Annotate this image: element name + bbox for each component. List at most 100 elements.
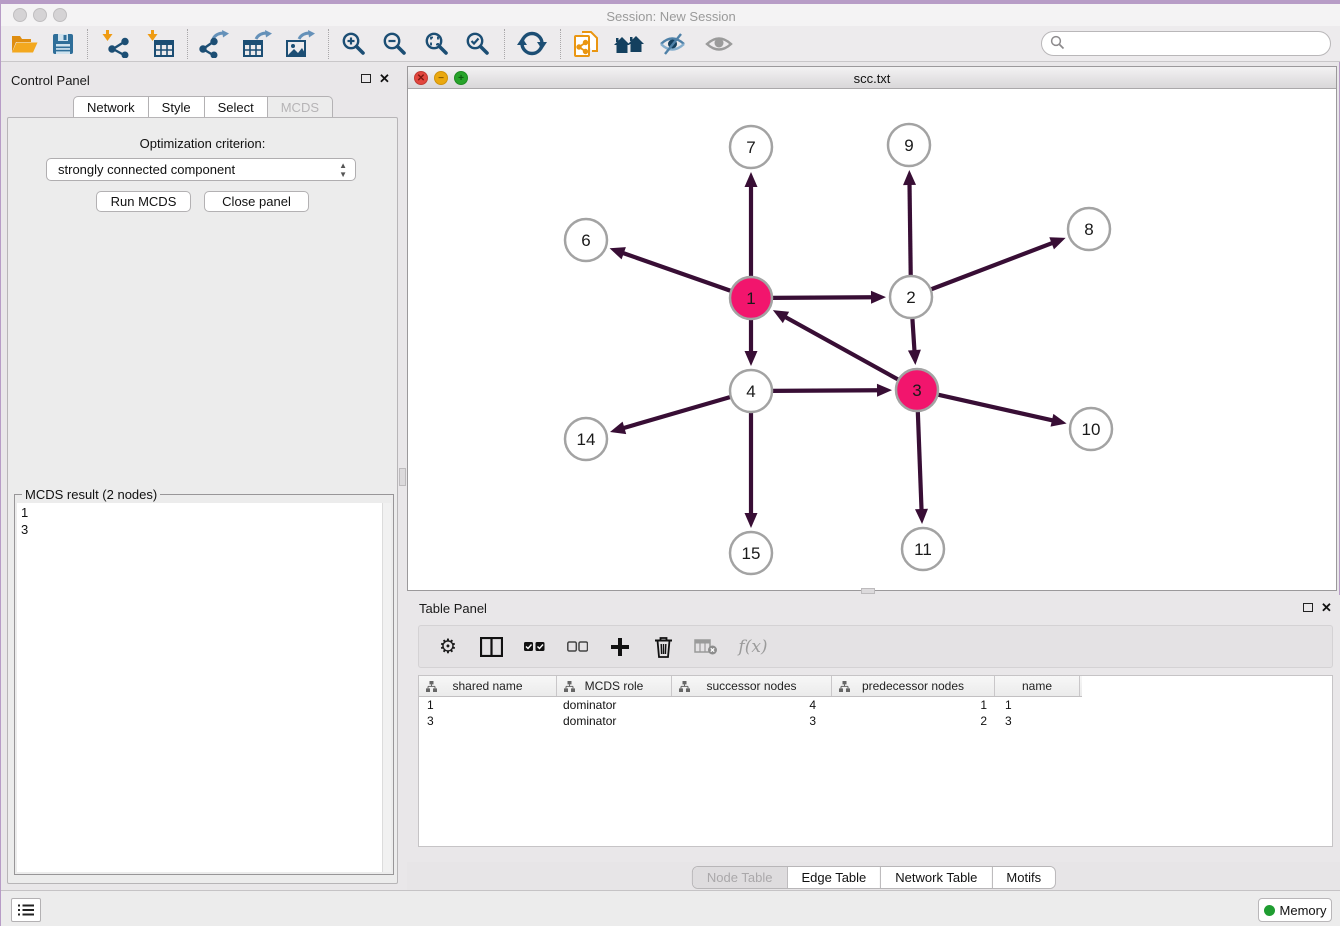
memory-status-dot [1264,905,1275,916]
network-canvas[interactable]: 7 9 6 8 1 2 4 3 14 10 15 11 [408,89,1336,590]
panel-splitter-handle[interactable] [399,468,406,486]
control-panel-float-icon[interactable] [361,74,371,83]
graph-edge-4-14[interactable] [610,397,731,434]
zoom-fit-icon[interactable] [424,28,450,60]
zoom-out-icon[interactable] [382,28,408,60]
task-history-button[interactable] [11,898,41,922]
export-table-icon[interactable] [242,28,272,60]
graph-edge-2-9[interactable] [903,170,916,276]
table-cell[interactable]: 3 [995,713,1080,729]
mcds-panel: Optimization criterion: strongly connect… [7,117,398,884]
search-box[interactable] [1041,31,1331,56]
select-all-checks-icon[interactable] [521,632,547,662]
duplicate-network-icon[interactable] [572,28,600,60]
tab-node-table[interactable]: Node Table [693,867,787,888]
tab-select[interactable]: Select [204,96,267,119]
graph-node-7[interactable]: 7 [730,126,772,168]
graph-node-6[interactable]: 6 [565,219,607,261]
tab-network-table[interactable]: Network Table [880,867,991,888]
tab-mcds[interactable]: MCDS [267,96,333,119]
memory-button[interactable]: Memory [1258,898,1332,922]
add-column-icon[interactable] [607,632,633,662]
import-table-icon[interactable] [146,28,174,60]
open-session-icon[interactable] [11,28,38,60]
graph-edge-2-3[interactable] [908,318,921,365]
graph-edge-3-11[interactable] [915,411,928,524]
mcds-result-scrollbar[interactable] [382,503,391,872]
svg-text:7: 7 [746,138,755,157]
graph-edge-1-7[interactable] [745,172,758,277]
graph-edge-3-10[interactable] [937,395,1066,427]
save-session-icon[interactable] [52,28,74,60]
import-network-icon[interactable] [100,28,130,60]
table-cell[interactable]: 4 [672,697,832,713]
table-cell[interactable]: 1 [832,697,995,713]
graph-node-15[interactable]: 15 [730,532,772,574]
refresh-view-icon[interactable] [517,28,547,60]
graph-edge-4-3[interactable] [772,384,892,397]
column-header-MCDS-role[interactable]: MCDS role [557,676,672,696]
network-graph: 7 9 6 8 1 2 4 3 14 10 15 11 [408,89,1336,590]
list-icon [18,903,34,917]
graph-node-1[interactable]: 1 [730,277,772,319]
graph-node-2[interactable]: 2 [890,276,932,318]
node-table[interactable]: shared nameMCDS rolesuccessor nodesprede… [418,675,1333,847]
table-cell[interactable]: 1 [419,697,557,713]
graph-edge-2-8[interactable] [931,237,1066,289]
delete-column-icon[interactable] [650,632,676,662]
graph-edge-4-15[interactable] [745,412,758,528]
toolbar-separator [187,29,188,59]
clear-checks-icon[interactable] [564,632,590,662]
column-header-successor-nodes[interactable]: successor nodes [672,676,832,696]
svg-text:1: 1 [746,289,755,308]
split-panel-icon[interactable] [478,632,504,662]
graph-node-4[interactable]: 4 [730,370,772,412]
table-panel-close-icon[interactable]: ✕ [1321,603,1332,613]
tab-style[interactable]: Style [148,96,204,119]
tab-network[interactable]: Network [73,96,148,119]
graph-node-11[interactable]: 11 [902,528,944,570]
column-header-predecessor-nodes[interactable]: predecessor nodes [832,676,995,696]
graph-node-10[interactable]: 10 [1070,408,1112,450]
graph-edge-1-2[interactable] [772,291,886,304]
close-panel-button[interactable]: Close panel [204,191,309,212]
graph-node-14[interactable]: 14 [565,418,607,460]
graph-edge-3-1[interactable] [773,310,899,380]
tab-edge-table[interactable]: Edge Table [786,867,880,888]
graph-node-3[interactable]: 3 [896,369,938,411]
table-row[interactable]: 1dominator411 [419,697,1332,713]
graph-node-9[interactable]: 9 [888,124,930,166]
mcds-result-list: 13 [17,503,382,872]
mcds-result-item: 1 [21,504,382,521]
export-network-icon[interactable] [199,28,229,60]
column-header-shared-name[interactable]: shared name [419,676,557,696]
search-input[interactable] [1041,31,1331,56]
run-mcds-button[interactable]: Run MCDS [96,191,191,212]
table-panel-float-icon[interactable] [1303,603,1313,612]
table-cell[interactable]: 1 [995,697,1080,713]
home-layout-icon[interactable] [612,28,646,60]
control-panel-close-icon[interactable]: ✕ [379,74,390,84]
mcds-result-item: 3 [21,521,382,538]
table-cell[interactable]: 3 [419,713,557,729]
function-builder-icon: f(x) [736,632,770,662]
hide-graphics-details-icon[interactable] [658,28,688,60]
graph-edge-1-4[interactable] [745,319,758,366]
table-cell[interactable]: dominator [557,713,672,729]
graph-edge-1-6[interactable] [610,247,732,291]
tab-motifs[interactable]: Motifs [991,867,1055,888]
zoom-selected-icon[interactable] [465,28,491,60]
zoom-in-icon[interactable] [341,28,367,60]
column-header-name[interactable]: name [995,676,1080,696]
export-image-icon[interactable] [285,28,315,60]
optimization-criterion-select[interactable]: strongly connected component ▲▼ [46,158,356,181]
horizontal-splitter-handle[interactable] [861,588,875,594]
svg-text:4: 4 [746,382,755,401]
graph-node-8[interactable]: 8 [1068,208,1110,250]
table-cell[interactable]: 3 [672,713,832,729]
table-cell[interactable]: 2 [832,713,995,729]
table-panel-title: Table Panel [419,601,487,616]
settings-gear-icon[interactable]: ⚙ [435,632,461,662]
table-cell[interactable]: dominator [557,697,672,713]
table-row[interactable]: 3dominator323 [419,713,1332,729]
